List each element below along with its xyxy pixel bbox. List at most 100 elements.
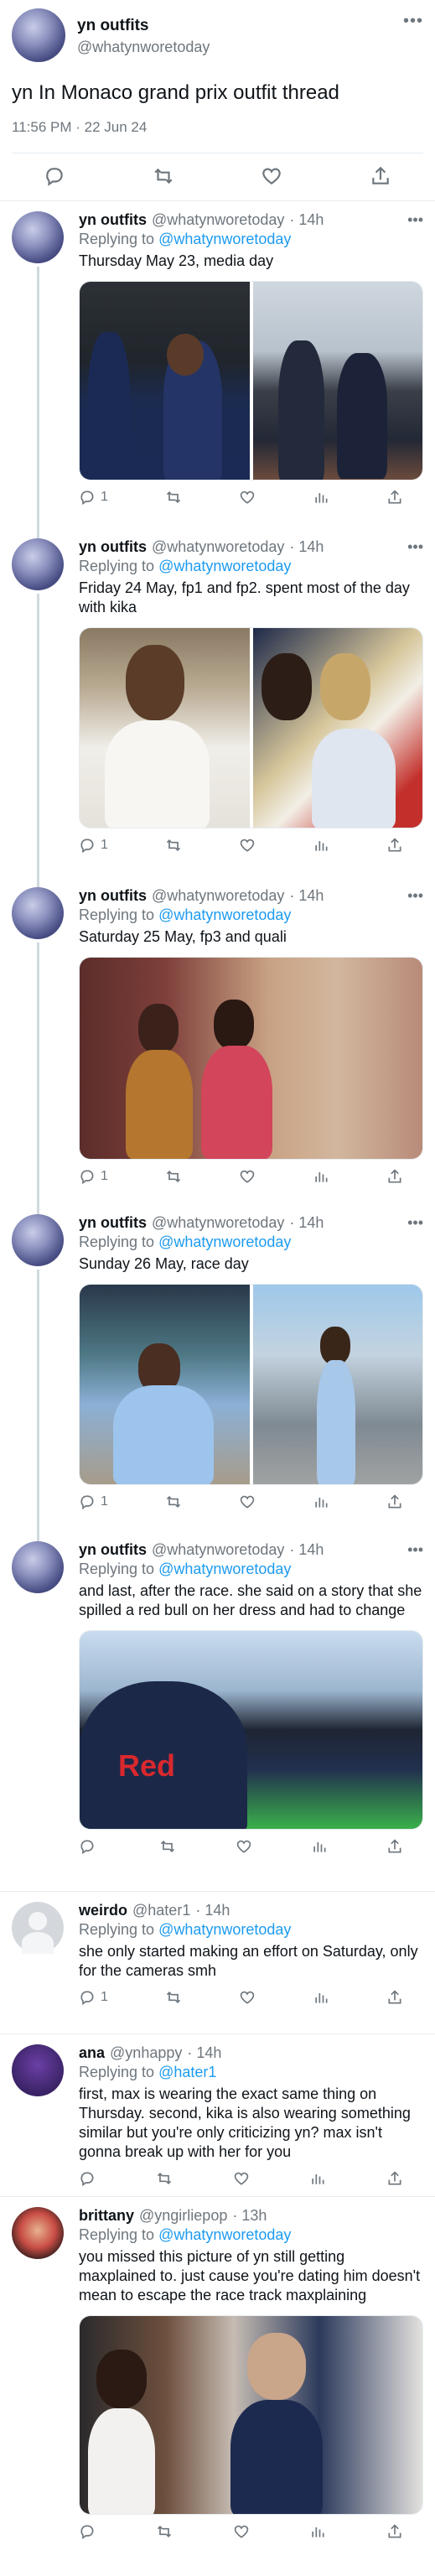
photo[interactable]: Red <box>80 1631 422 1829</box>
avatar[interactable] <box>12 2207 64 2259</box>
like-button[interactable] <box>239 489 256 506</box>
reply-button[interactable] <box>79 1838 101 1855</box>
mention-link[interactable]: @whatynworetoday <box>158 1921 291 1938</box>
photo[interactable] <box>252 282 422 480</box>
reply-button[interactable]: 1 <box>79 1493 108 1510</box>
share-button[interactable] <box>386 837 403 854</box>
share-button[interactable] <box>386 2523 403 2540</box>
analytics-button[interactable] <box>313 489 329 506</box>
user-handle[interactable]: @yngirliepop <box>139 2207 227 2225</box>
like-button[interactable] <box>239 1493 256 1510</box>
retweet-button[interactable] <box>156 2170 173 2187</box>
reply-button[interactable] <box>79 2523 96 2540</box>
like-button[interactable] <box>239 1168 256 1185</box>
reply-tweet[interactable]: ana @ynhappy · 14h Replying to @hater1 fir… <box>0 2034 435 2197</box>
display-name[interactable]: yn outfits <box>79 1541 147 1559</box>
reply-button[interactable] <box>79 2170 96 2187</box>
avatar[interactable] <box>12 211 64 263</box>
avatar[interactable] <box>12 1541 64 1593</box>
share-button[interactable] <box>386 2170 403 2187</box>
mention-link[interactable]: @whatynworetoday <box>158 231 291 247</box>
analytics-button[interactable] <box>311 1838 328 1855</box>
analytics-button[interactable] <box>309 2170 326 2187</box>
analytics-button[interactable] <box>313 1493 329 1510</box>
analytics-button[interactable] <box>313 1168 329 1185</box>
display-name[interactable]: brittany <box>79 2207 134 2225</box>
user-handle[interactable]: @ynhappy <box>110 2044 182 2062</box>
more-icon[interactable]: ••• <box>403 8 423 31</box>
analytics-button[interactable] <box>313 837 329 854</box>
user-handle[interactable]: @hater1 <box>132 1902 190 1919</box>
more-icon[interactable]: ••• <box>407 1214 423 1232</box>
reply-tweet[interactable]: brittany @yngirliepop · 13h Replying to @w… <box>0 2197 435 2566</box>
retweet-button[interactable] <box>165 1989 182 2006</box>
avatar[interactable] <box>12 2044 64 2096</box>
thread-tweet[interactable]: yn outfits @whatynworetoday · 14h ••• Reply… <box>0 201 435 538</box>
like-button[interactable] <box>236 1838 252 1855</box>
user-handle[interactable]: @whatynworetoday <box>152 1214 284 1232</box>
photo[interactable] <box>80 628 250 828</box>
reply-icon[interactable] <box>44 165 65 187</box>
analytics-button[interactable] <box>309 2523 326 2540</box>
user-handle[interactable]: @whatynworetoday <box>152 538 284 556</box>
share-button[interactable] <box>386 1493 403 1510</box>
mention-link[interactable]: @hater1 <box>158 2064 216 2080</box>
mention-link[interactable]: @whatynworetoday <box>158 906 291 923</box>
share-icon[interactable] <box>370 165 391 187</box>
avatar[interactable] <box>12 1902 64 1954</box>
like-icon[interactable] <box>261 165 282 187</box>
media-grid[interactable] <box>79 627 423 828</box>
retweet-button[interactable] <box>165 1168 182 1185</box>
share-button[interactable] <box>386 1168 403 1185</box>
thread-tweet[interactable]: yn outfits @whatynworetoday · 14h ••• Reply… <box>0 877 435 1214</box>
photo[interactable] <box>80 1285 250 1484</box>
retweet-button[interactable] <box>156 2523 173 2540</box>
display-name[interactable]: yn outfits <box>79 538 147 556</box>
reply-button[interactable]: 1 <box>79 837 108 854</box>
reply-button[interactable]: 1 <box>79 489 108 506</box>
share-button[interactable] <box>386 489 403 506</box>
avatar[interactable] <box>12 8 65 62</box>
retweet-button[interactable] <box>165 489 182 506</box>
share-button[interactable] <box>386 1838 403 1855</box>
more-icon[interactable]: ••• <box>407 887 423 905</box>
photo[interactable] <box>80 958 422 1159</box>
display-name[interactable]: yn outfits <box>79 211 147 229</box>
thread-tweet[interactable]: yn outfits @whatynworetoday · 14h ••• Reply… <box>0 1204 435 1541</box>
reply-button[interactable]: 1 <box>79 1168 108 1185</box>
media-grid[interactable] <box>79 281 423 480</box>
mention-link[interactable]: @whatynworetoday <box>158 2226 291 2243</box>
reply-tweet[interactable]: weirdo @hater1 · 14h Replying to @whatynwo… <box>0 1892 435 2034</box>
share-button[interactable] <box>386 1989 403 2006</box>
thread-tweet[interactable]: yn outfits @whatynworetoday · 14h ••• Reply… <box>0 528 435 887</box>
display-name[interactable]: ana <box>79 2044 105 2062</box>
avatar[interactable] <box>12 538 64 590</box>
media-grid[interactable] <box>79 957 423 1160</box>
more-icon[interactable]: ••• <box>407 538 423 556</box>
user-handle[interactable]: @whatynworetoday <box>152 887 284 905</box>
like-button[interactable] <box>239 837 256 854</box>
avatar[interactable] <box>12 887 64 939</box>
reply-button[interactable]: 1 <box>79 1989 108 2006</box>
retweet-icon[interactable] <box>153 165 174 187</box>
retweet-button[interactable] <box>159 1838 176 1855</box>
photo[interactable] <box>252 1285 422 1484</box>
more-icon[interactable]: ••• <box>407 1541 423 1559</box>
display-name[interactable]: yn outfits <box>77 17 210 35</box>
like-button[interactable] <box>233 2523 250 2540</box>
user-handle[interactable]: @whatynworetoday <box>77 39 210 56</box>
display-name[interactable]: yn outfits <box>79 1214 147 1232</box>
thread-tweet[interactable]: yn outfits @whatynworetoday · 14h ••• Reply… <box>0 1531 435 1892</box>
user-handle[interactable]: @whatynworetoday <box>152 1541 284 1559</box>
display-name[interactable]: weirdo <box>79 1902 127 1919</box>
analytics-button[interactable] <box>313 1989 329 2006</box>
mention-link[interactable]: @whatynworetoday <box>158 558 291 574</box>
display-name[interactable]: yn outfits <box>79 887 147 905</box>
more-icon[interactable]: ••• <box>407 211 423 229</box>
photo[interactable] <box>80 282 250 480</box>
photo[interactable] <box>80 2316 422 2514</box>
mention-link[interactable]: @whatynworetoday <box>158 1233 291 1250</box>
user-handle[interactable]: @whatynworetoday <box>152 211 284 229</box>
retweet-button[interactable] <box>165 837 182 854</box>
like-button[interactable] <box>239 1989 256 2006</box>
